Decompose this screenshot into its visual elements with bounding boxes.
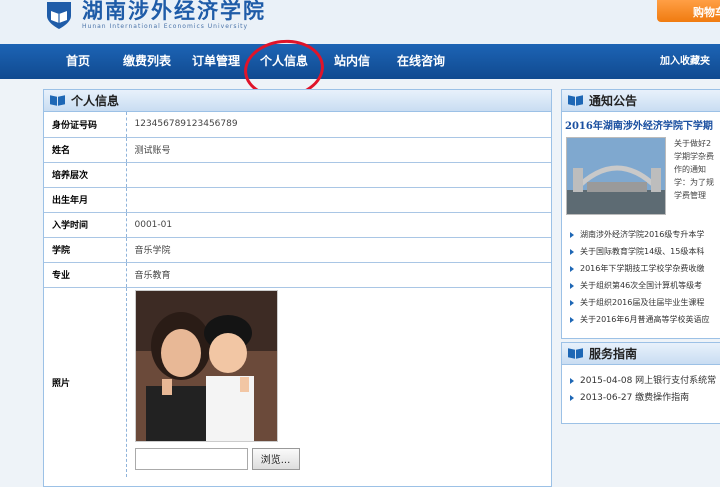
nav-item-profile[interactable]: 个人信息 <box>260 44 308 79</box>
triangle-bullet-icon <box>570 282 574 289</box>
row-label-id-number: 身份证号码 <box>44 112 127 138</box>
row-value-birth <box>126 187 551 213</box>
logo-title-cn: 湖南涉外经济学院 <box>82 0 266 23</box>
table-row: 专业 音乐教育 <box>44 262 551 288</box>
row-label-name: 姓名 <box>44 137 127 163</box>
service-list: 2015-04-08 网上银行支付系统常 2013-06-27 缴费操作指南 <box>562 365 720 407</box>
notice-panel: 通知公告 2016年湖南涉外经济学院下学期 关于做好2 学期学杂费 作的通知 学… <box>561 89 720 339</box>
nav-item-home[interactable]: 首页 <box>66 44 90 79</box>
site-header: 湖南涉外经济学院 Hunan International Economics U… <box>0 0 720 44</box>
notice-summary-line: 学：为了规 <box>674 178 714 187</box>
profile-table: 身份证号码 123456789123456789 姓名 测试账号 培养层次 出生… <box>44 112 551 477</box>
table-row: 培养层次 <box>44 162 551 188</box>
triangle-bullet-icon <box>570 377 574 384</box>
profile-panel-title: 个人信息 <box>71 94 120 108</box>
notice-headline-link[interactable]: 2016年湖南涉外经济学院下学期 <box>562 112 720 137</box>
row-value-id-number: 123456789123456789 <box>126 112 551 138</box>
service-panel: 服务指南 2015-04-08 网上银行支付系统常 2013-06-27 缴费操… <box>561 342 720 424</box>
site-logo[interactable]: 湖南涉外经济学院 Hunan International Economics U… <box>44 0 266 32</box>
main-nav: 首页 缴费列表 订单管理 个人信息 站内信 在线咨询 加入收藏夹 <box>0 44 720 79</box>
row-value-name: 测试账号 <box>126 137 551 163</box>
notice-panel-title: 通知公告 <box>589 94 638 108</box>
notice-summary-line: 关于做好2 <box>674 139 712 148</box>
triangle-bullet-icon <box>570 394 574 401</box>
notice-list: 湖南涉外经济学院2016级专升本学 关于国际教育学院14级、15级本科 2016… <box>562 220 720 328</box>
browse-button[interactable]: 浏览... <box>251 447 300 470</box>
profile-panel-header: 个人信息 <box>44 90 551 112</box>
notice-summary-line: 作的通知 <box>674 165 706 174</box>
list-item[interactable]: 2016年下学期技工学校学杂费收缴 <box>570 260 720 277</box>
row-label-major: 专业 <box>44 262 127 288</box>
list-item[interactable]: 关于国际教育学院14级、15级本科 <box>570 243 720 260</box>
table-row: 身份证号码 123456789123456789 <box>44 112 551 138</box>
triangle-bullet-icon <box>570 265 574 272</box>
table-row-photo: 照片 浏览... <box>44 287 551 477</box>
row-label-college: 学院 <box>44 237 127 263</box>
row-value-college: 音乐学院 <box>126 237 551 263</box>
table-row: 入学时间 0001-01 <box>44 212 551 238</box>
list-item[interactable]: 关于2016年6月普通高等学校英语应 <box>570 311 720 328</box>
table-row: 姓名 测试账号 <box>44 137 551 163</box>
logo-title-en: Hunan International Economics University <box>82 23 249 30</box>
service-panel-header: 服务指南 <box>562 343 720 365</box>
profile-panel: 个人信息 身份证号码 123456789123456789 姓名 测试账号 培养… <box>43 89 552 487</box>
open-book-icon <box>568 348 583 359</box>
row-label-level: 培养层次 <box>44 162 127 188</box>
row-label-birth: 出生年月 <box>44 187 127 213</box>
table-row: 学院 音乐学院 <box>44 237 551 263</box>
list-item[interactable]: 关于组织第46次全国计算机等级考 <box>570 277 720 294</box>
open-book-icon <box>50 95 65 106</box>
service-panel-title: 服务指南 <box>589 347 638 361</box>
triangle-bullet-icon <box>570 316 574 323</box>
shield-logo-icon <box>44 0 74 30</box>
nav-item-orders[interactable]: 订单管理 <box>192 44 240 79</box>
photo-file-input[interactable] <box>134 447 248 470</box>
triangle-bullet-icon <box>570 299 574 306</box>
list-item[interactable]: 湖南涉外经济学院2016级专升本学 <box>570 226 720 243</box>
notice-summary-line: 学费管理 <box>674 191 706 200</box>
add-favorite-link[interactable]: 加入收藏夹 <box>660 44 710 79</box>
row-value-enroll: 0001-01 <box>126 212 551 238</box>
nav-item-consult[interactable]: 在线咨询 <box>397 44 445 79</box>
nav-item-fee-list[interactable]: 缴费列表 <box>123 44 171 79</box>
open-book-icon <box>568 95 583 106</box>
list-item[interactable]: 2015-04-08 网上银行支付系统常 <box>570 373 720 390</box>
cart-button[interactable]: 购物车 <box>657 0 720 22</box>
notice-summary-line: 学期学杂费 <box>674 152 714 161</box>
profile-photo <box>134 289 278 442</box>
list-item[interactable]: 2013-06-27 缴费操作指南 <box>570 390 720 407</box>
notice-panel-header: 通知公告 <box>562 90 720 112</box>
row-label-enroll: 入学时间 <box>44 212 127 238</box>
table-row: 出生年月 <box>44 187 551 213</box>
row-value-level <box>126 162 551 188</box>
campus-gate-image[interactable] <box>566 137 666 215</box>
triangle-bullet-icon <box>570 231 574 238</box>
nav-item-messages[interactable]: 站内信 <box>334 44 370 79</box>
list-item[interactable]: 关于组织2016届及往届毕业生课程 <box>570 294 720 311</box>
triangle-bullet-icon <box>570 248 574 255</box>
row-value-major: 音乐教育 <box>126 262 551 288</box>
row-label-photo: 照片 <box>44 287 127 477</box>
